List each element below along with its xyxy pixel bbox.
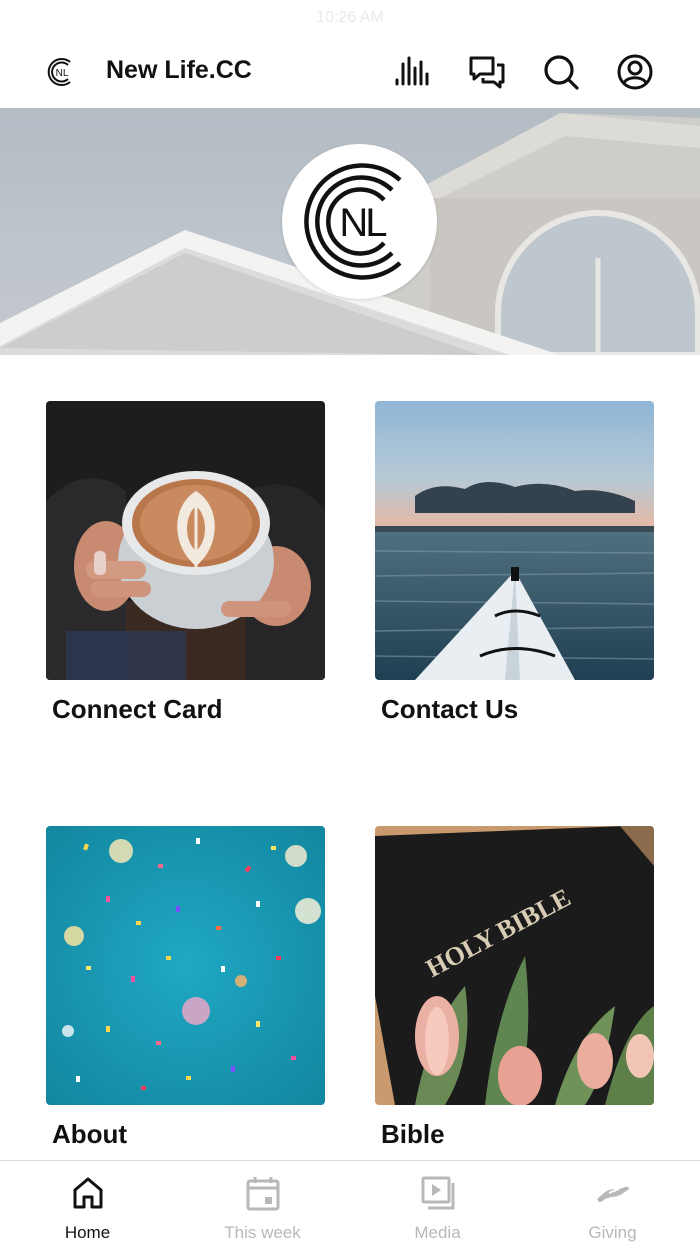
hero-logo-text: NL xyxy=(339,201,386,245)
calendar-icon xyxy=(246,1177,279,1211)
hero-banner: NL xyxy=(0,108,700,355)
profile-icon[interactable] xyxy=(615,52,655,92)
app-logo-icon[interactable]: NL xyxy=(44,54,80,90)
tab-label: Home xyxy=(64,1223,111,1242)
status-bar: 10:26 AM xyxy=(0,0,700,36)
tab-label: Media xyxy=(414,1223,461,1242)
tile-label: Connect Card xyxy=(52,694,223,724)
tile-contact-us[interactable]: Contact Us xyxy=(375,401,654,725)
app-title: New Life.CC xyxy=(106,56,252,84)
bottom-tab-bar: Home This week Media Giving xyxy=(0,1160,700,1245)
tab-label: This week xyxy=(224,1223,301,1242)
tile-label: Bible xyxy=(381,1119,445,1149)
church-logo: NL xyxy=(282,144,437,299)
tile-label: Contact Us xyxy=(381,694,519,724)
kayak-lake-photo xyxy=(375,401,654,680)
tab-home[interactable]: Home xyxy=(0,1161,175,1245)
tab-media[interactable]: Media xyxy=(350,1161,525,1245)
media-icon xyxy=(421,1176,454,1210)
tile-label: About xyxy=(52,1119,128,1149)
tile-connect-card[interactable]: Connect Card xyxy=(46,401,325,725)
chat-icon[interactable] xyxy=(467,52,507,92)
tile-about[interactable]: About xyxy=(46,826,325,1150)
giving-hand-icon xyxy=(596,1186,629,1202)
coffee-latte-photo xyxy=(46,401,325,680)
tile-bible[interactable]: HOLY BIBLE Bible xyxy=(375,826,654,1150)
tab-label: Giving xyxy=(588,1223,637,1242)
status-time: 10:26 AM xyxy=(316,9,384,26)
app-header: NL New Life.CC xyxy=(0,36,700,109)
app-logo-text: NL xyxy=(56,68,69,79)
tab-giving[interactable]: Giving xyxy=(525,1161,700,1245)
confetti-photo xyxy=(46,826,325,1105)
holy-bible-tulips-photo: HOLY BIBLE xyxy=(375,826,654,1105)
tab-this-week[interactable]: This week xyxy=(175,1161,350,1245)
search-icon[interactable] xyxy=(541,52,581,92)
equalizer-icon[interactable] xyxy=(392,52,432,92)
home-icon xyxy=(73,1177,102,1209)
